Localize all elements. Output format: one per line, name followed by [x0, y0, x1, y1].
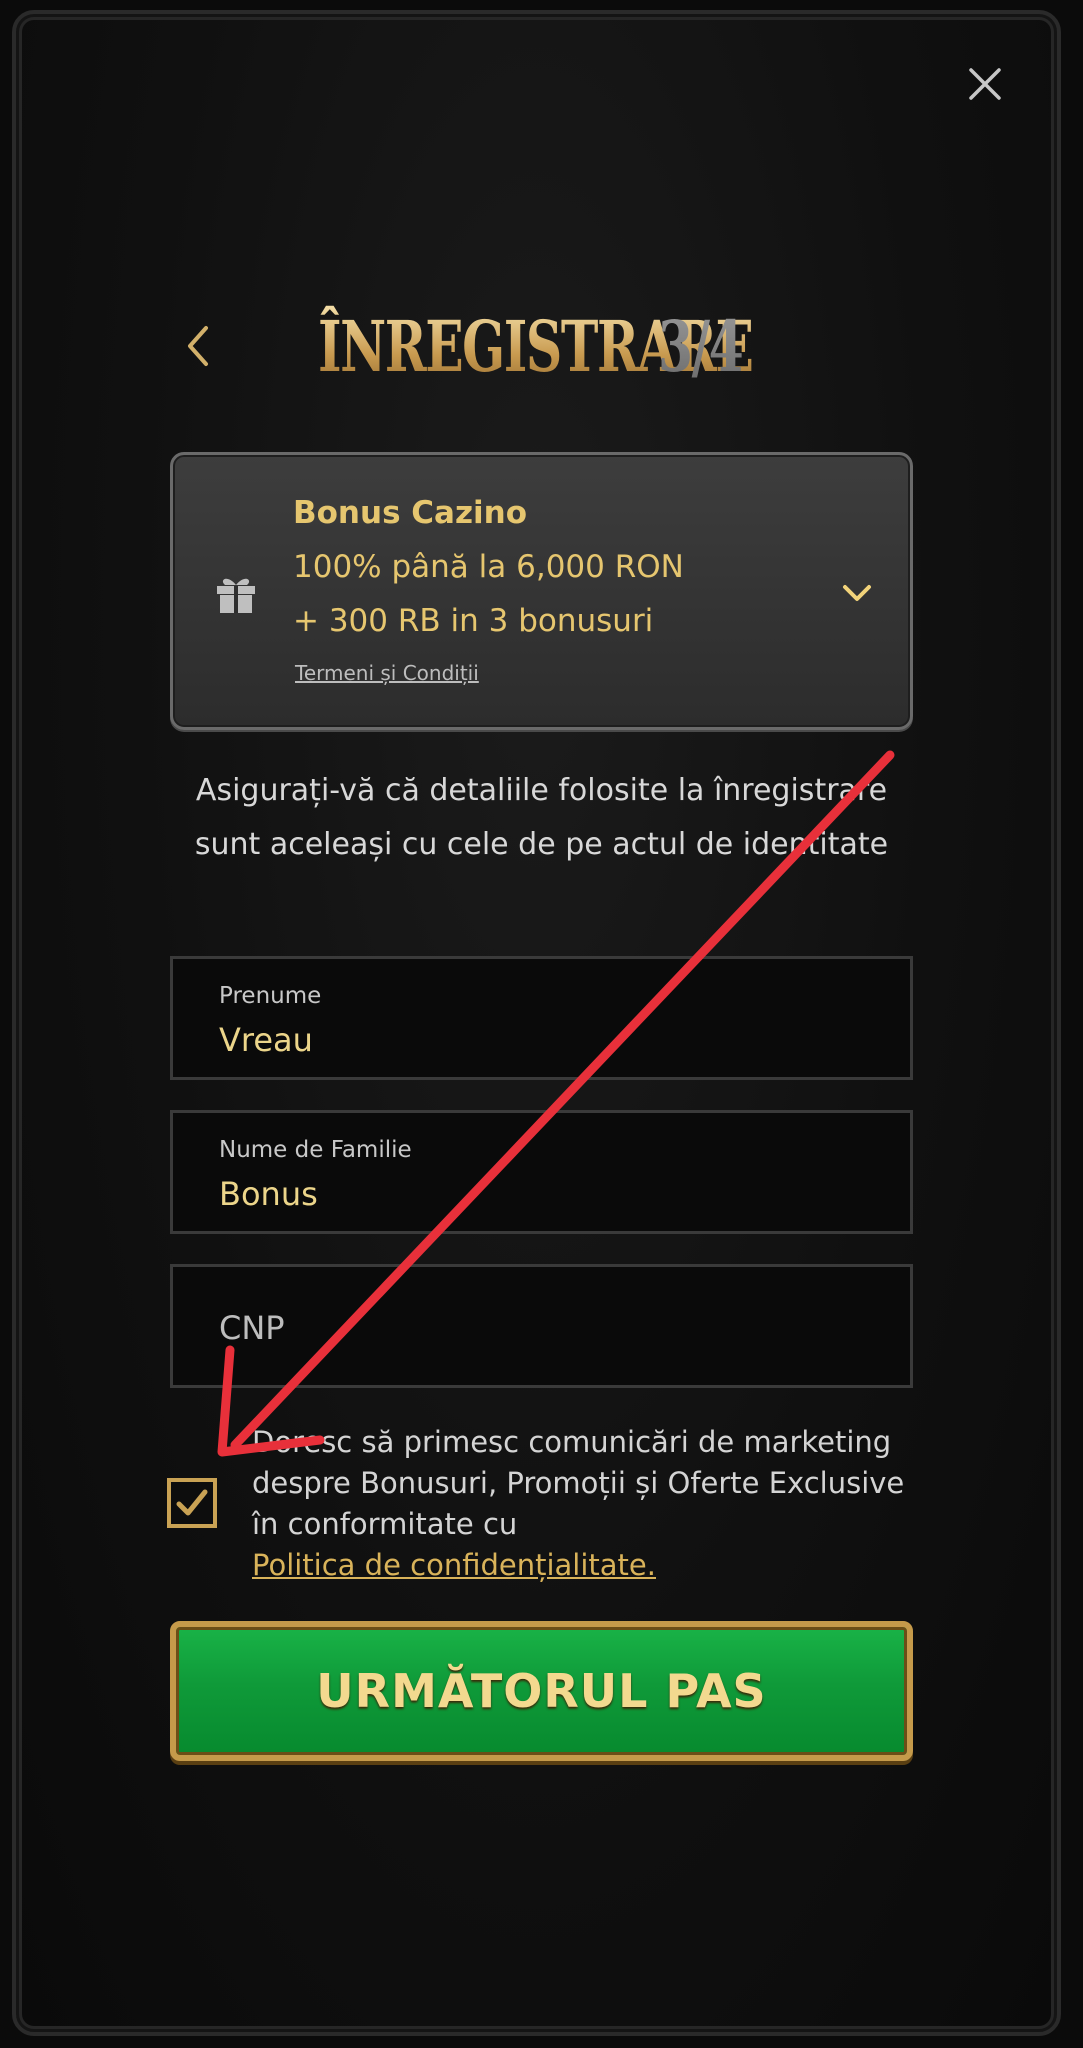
bonus-title: Bonus Cazino	[293, 495, 528, 531]
marketing-consent-text: Doresc să primesc comunicări de marketin…	[252, 1422, 912, 1586]
terms-link[interactable]: Termeni și Condiții	[295, 661, 479, 685]
first-name-label: Prenume	[219, 983, 322, 1009]
bonus-offer-line2: + 300 RB in 3 bonusuri	[293, 603, 654, 639]
last-name-label: Nume de Familie	[219, 1137, 412, 1163]
cnp-placeholder: CNP	[219, 1309, 285, 1347]
first-name-field[interactable]: Prenume Vreau	[170, 956, 913, 1080]
page-title: ÎNREGISTRARE 3/4	[318, 296, 921, 396]
marketing-consent-checkbox[interactable]	[167, 1478, 217, 1528]
chevron-down-icon[interactable]	[837, 573, 877, 613]
close-button[interactable]	[963, 62, 1007, 106]
close-icon	[969, 68, 1001, 100]
last-name-value: Bonus	[219, 1175, 318, 1213]
privacy-policy-link[interactable]: Politica de confidențialitate.	[252, 1548, 656, 1582]
back-button[interactable]	[178, 318, 218, 374]
bonus-offer-line1: 100% până la 6,000 RON	[293, 549, 684, 585]
checkmark-icon	[176, 1489, 208, 1516]
gift-icon	[217, 578, 255, 613]
consent-text: Doresc să primesc comunicări de marketin…	[252, 1425, 905, 1541]
next-step-button[interactable]: URMĂTORUL PAS	[170, 1621, 913, 1761]
identity-notice: Asigurați-vă că detaliile folosite la în…	[194, 773, 889, 862]
chevron-left-icon	[188, 326, 208, 366]
cnp-field[interactable]: CNP	[170, 1264, 913, 1388]
step-indicator: 3/4	[658, 304, 744, 388]
next-step-label: URMĂTORUL PAS	[316, 1664, 767, 1718]
last-name-field[interactable]: Nume de Familie Bonus	[170, 1110, 913, 1234]
bonus-selector[interactable]: Bonus Cazino 100% până la 6,000 RON + 30…	[170, 452, 913, 730]
first-name-value: Vreau	[219, 1021, 313, 1059]
